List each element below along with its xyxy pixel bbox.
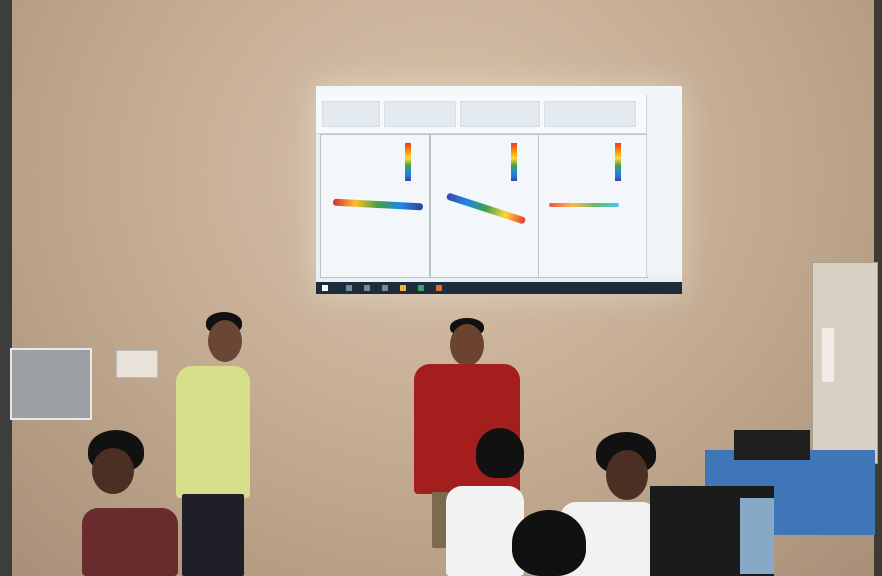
person-yellow-shirt	[168, 312, 256, 576]
ribbon-group	[460, 101, 540, 127]
beam-model	[549, 203, 619, 207]
ribbon-group	[544, 101, 636, 127]
taskbar-app-icon	[382, 285, 388, 291]
ribbon-group	[322, 101, 380, 127]
color-legend	[405, 143, 411, 181]
monitor-screen	[740, 498, 774, 574]
start-icon	[322, 285, 328, 291]
hair	[512, 510, 586, 576]
beam-model	[332, 198, 424, 211]
taskbar-app-icon	[436, 285, 442, 291]
head	[208, 320, 242, 362]
head	[450, 324, 484, 366]
projected-ribbon	[316, 95, 682, 134]
wall-switch-panel	[116, 350, 158, 378]
beam-model	[445, 192, 527, 225]
simulation-pane-2	[430, 134, 540, 278]
projected-taskbar	[316, 282, 682, 294]
projected-screen	[316, 86, 682, 294]
ribbon-group	[384, 101, 456, 127]
hair	[476, 428, 524, 478]
color-legend	[511, 143, 517, 181]
student-left	[82, 430, 178, 576]
projected-side-panel	[646, 95, 682, 276]
taskbar-app-icon	[418, 285, 424, 291]
network-panel	[10, 348, 92, 420]
audio-device	[734, 430, 810, 460]
shirt	[82, 508, 178, 576]
simulation-pane-1	[320, 134, 430, 278]
head	[606, 450, 648, 500]
simulation-pane-3	[538, 134, 648, 278]
seated-student-3	[512, 510, 586, 576]
taskbar-app-icon	[346, 285, 352, 291]
photo-scene	[0, 0, 882, 576]
taskbar-app-icon	[400, 285, 406, 291]
taskbar-app-icon	[364, 285, 370, 291]
shirt	[176, 366, 250, 498]
head	[92, 448, 134, 494]
trousers	[182, 494, 244, 576]
left-frame-edge	[0, 0, 12, 576]
wall-notice	[822, 328, 834, 382]
color-legend	[615, 143, 621, 181]
